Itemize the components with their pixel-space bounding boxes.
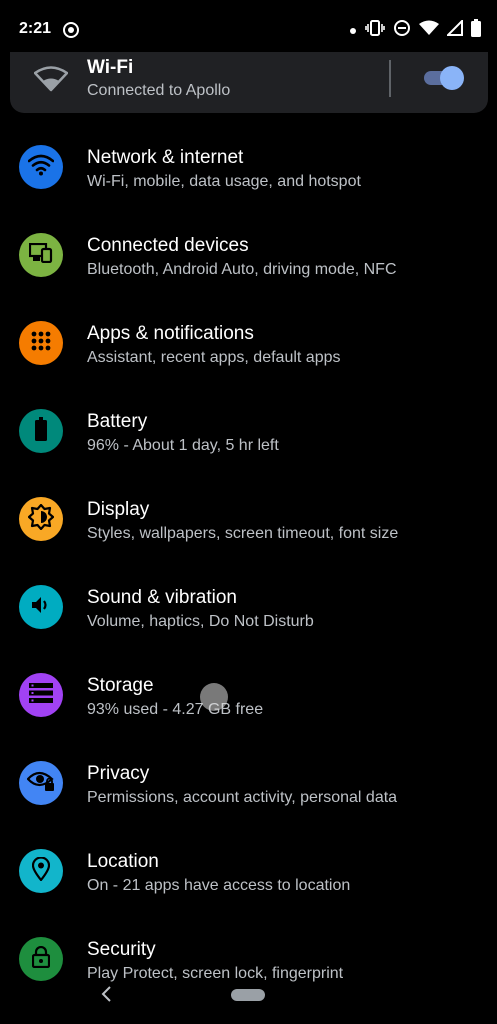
settings-item-privacy[interactable]: Privacy Permissions, account activity, p… — [0, 740, 497, 828]
settings-item-subtitle: Volume, haptics, Do Not Disturb — [87, 613, 314, 630]
settings-item-title: Apps & notifications — [87, 323, 254, 344]
settings-item-title: Sound & vibration — [87, 587, 237, 608]
screen-record-icon — [62, 21, 80, 44]
cell-signal-icon — [445, 18, 463, 41]
devices-icon — [28, 242, 53, 268]
volume-icon — [31, 596, 51, 619]
settings-item-subtitle: Assistant, recent apps, default apps — [87, 349, 341, 366]
toggle-thumb — [440, 66, 464, 90]
settings-item-subtitle: On - 21 apps have access to location — [87, 877, 351, 894]
privacy-eye-icon — [26, 770, 55, 797]
settings-item-subtitle: Wi-Fi, mobile, data usage, and hotspot — [87, 173, 361, 190]
settings-item-network[interactable]: Network & internet Wi-Fi, mobile, data u… — [0, 124, 497, 212]
touch-indicator — [200, 683, 228, 711]
settings-item-title: Storage — [87, 675, 154, 696]
settings-item-title: Network & internet — [87, 147, 244, 168]
apps-icon-circle — [19, 321, 63, 365]
wifi-subtitle: Connected to Apollo — [87, 82, 231, 99]
battery-status-icon — [471, 19, 481, 42]
settings-item-subtitle: 93% used - 4.27 GB free — [87, 701, 264, 718]
settings-item-subtitle: Permissions, account activity, personal … — [87, 789, 398, 806]
wifi-card[interactable]: Wi-Fi Connected to Apollo — [10, 52, 488, 113]
settings-item-connected-devices[interactable]: Connected devices Bluetooth, Android Aut… — [0, 212, 497, 300]
wifi-title: Wi-Fi — [87, 57, 134, 78]
network-icon-circle — [19, 145, 63, 189]
sound-icon-circle — [19, 585, 63, 629]
notification-dot-icon — [349, 22, 357, 40]
settings-item-title: Display — [87, 499, 150, 520]
settings-item-title: Privacy — [87, 763, 150, 784]
divider — [389, 60, 391, 97]
navigation-bar — [0, 975, 497, 1015]
settings-item-apps[interactable]: Apps & notifications Assistant, recent a… — [0, 300, 497, 388]
settings-item-title: Connected devices — [87, 235, 249, 256]
wifi-icon — [27, 154, 55, 181]
do-not-disturb-icon — [393, 19, 411, 42]
battery-icon-circle — [19, 409, 63, 453]
display-icon-circle — [19, 497, 63, 541]
home-pill[interactable] — [231, 989, 265, 1001]
back-icon[interactable] — [100, 982, 112, 1008]
settings-item-location[interactable]: Location On - 21 apps have access to loc… — [0, 828, 497, 916]
storage-icon-circle — [19, 673, 63, 717]
settings-item-title: Security — [87, 939, 156, 960]
settings-item-title: Location — [87, 851, 159, 872]
location-pin-icon — [31, 855, 51, 886]
devices-icon-circle — [19, 233, 63, 277]
vibrate-icon — [365, 19, 385, 42]
battery-icon — [35, 416, 47, 446]
settings-item-subtitle: Bluetooth, Android Auto, driving mode, N… — [87, 261, 397, 278]
status-time: 2:21 — [19, 20, 52, 37]
apps-grid-icon — [31, 331, 51, 356]
wifi-icon — [33, 66, 69, 97]
settings-item-storage[interactable]: Storage 93% used - 4.27 GB free — [0, 652, 497, 740]
wifi-signal-icon — [419, 20, 439, 41]
privacy-icon-circle — [19, 761, 63, 805]
brightness-icon — [27, 503, 55, 535]
status-bar: 2:21 — [0, 0, 497, 60]
storage-icon — [29, 682, 53, 708]
lock-icon — [31, 945, 51, 973]
settings-list: Network & internet Wi-Fi, mobile, data u… — [0, 124, 497, 1004]
settings-item-subtitle: 96% - About 1 day, 5 hr left — [87, 437, 279, 454]
settings-item-battery[interactable]: Battery 96% - About 1 day, 5 hr left — [0, 388, 497, 476]
wifi-toggle[interactable] — [424, 66, 464, 90]
settings-item-display[interactable]: Display Styles, wallpapers, screen timeo… — [0, 476, 497, 564]
settings-item-sound[interactable]: Sound & vibration Volume, haptics, Do No… — [0, 564, 497, 652]
location-icon-circle — [19, 849, 63, 893]
settings-item-subtitle: Styles, wallpapers, screen timeout, font… — [87, 525, 399, 542]
settings-item-title: Battery — [87, 411, 148, 432]
